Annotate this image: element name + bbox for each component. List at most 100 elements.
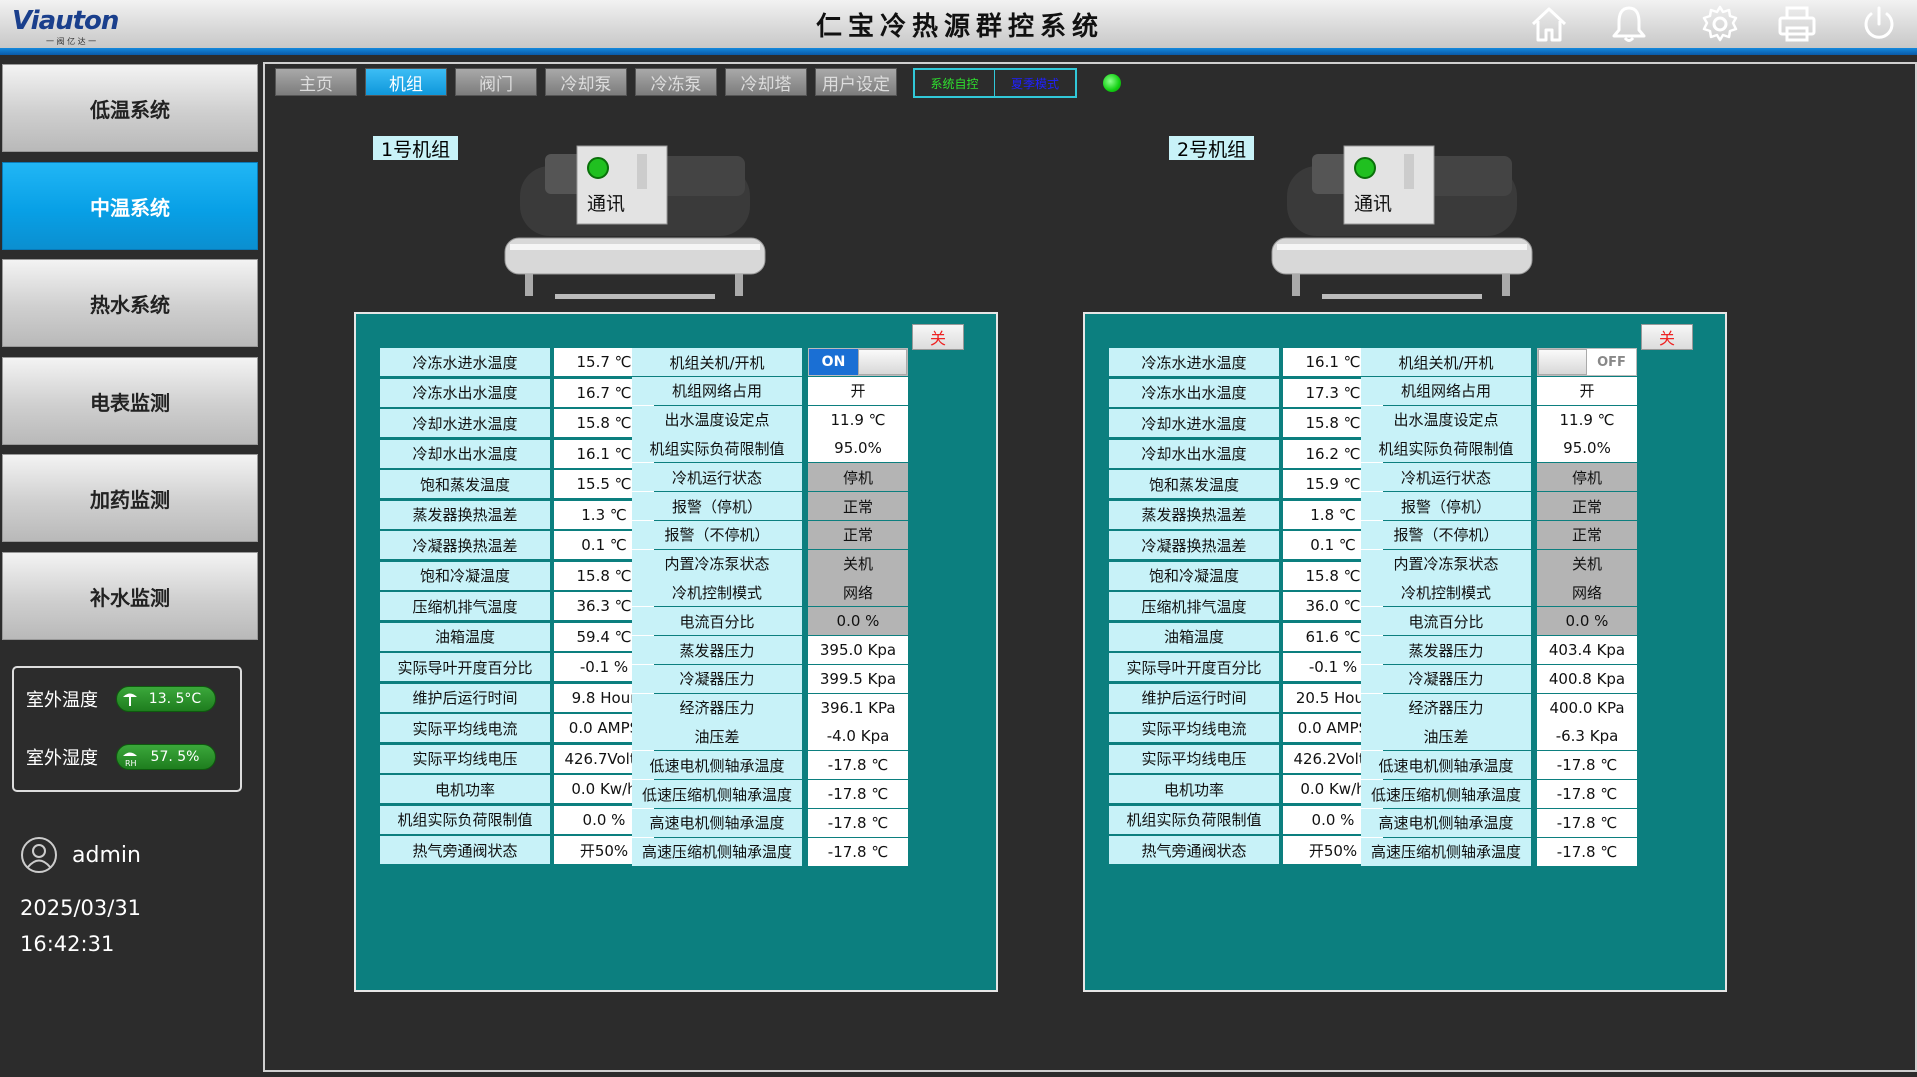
status-label: 蒸发器压力 (1361, 636, 1531, 664)
status-value: 停机 (1537, 463, 1637, 492)
param-label: 饱和蒸发温度 (380, 470, 550, 498)
chiller-unit-1-icon[interactable]: 通讯 (485, 126, 785, 301)
param-label: 实际导叶开度百分比 (380, 653, 550, 681)
param-row: 冷却水进水温度 15.8 ℃ (1109, 409, 1383, 437)
unit-2-close-button[interactable]: 关 (1641, 324, 1693, 350)
status-value: -17.8 ℃ (1537, 751, 1637, 780)
param-label: 热气旁通阀状态 (1109, 836, 1279, 864)
status-row: 机组实际负荷限制值 95.0% (1361, 434, 1637, 463)
param-label: 冷却水出水温度 (1109, 439, 1279, 468)
param-label: 热气旁通阀状态 (380, 836, 550, 864)
status-row: 蒸发器压力 403.4 Kpa (1361, 636, 1637, 664)
status-label: 经济器压力 (632, 693, 802, 722)
param-row: 机组实际负荷限制值 0.0 % (1109, 805, 1383, 834)
status-label: 油压差 (632, 722, 802, 751)
tab-valves[interactable]: 阀门 (455, 68, 537, 96)
power-icon[interactable] (1858, 4, 1900, 44)
status-row: 蒸发器压力 395.0 Kpa (632, 636, 908, 664)
gear-icon[interactable] (1699, 4, 1741, 44)
user-info[interactable]: admin (20, 836, 141, 874)
bell-icon[interactable] (1608, 4, 1650, 44)
status-row: 出水温度设定点 11.9 ℃ (1361, 405, 1637, 434)
status-value: -17.8 ℃ (808, 751, 908, 780)
chiller-unit-2-icon[interactable]: 通讯 (1252, 126, 1552, 301)
param-label: 压缩机排气温度 (1109, 592, 1279, 620)
sidebar-item-low-temp[interactable]: 低温系统 (2, 64, 258, 152)
sidebar-item-makeup-water[interactable]: 补水监测 (2, 552, 258, 640)
tab-user-settings[interactable]: 用户设定 (815, 68, 897, 96)
param-row: 油箱温度 59.4 ℃ (380, 622, 654, 651)
param-label: 蒸发器换热温差 (380, 500, 550, 529)
status-row: 报警（停机） 正常 (632, 492, 908, 520)
sidebar-item-mid-temp[interactable]: 中温系统 (2, 162, 258, 250)
param-row: 冷凝器换热温差 0.1 ℃ (380, 531, 654, 559)
header-divider (0, 48, 1917, 55)
param-row: 冷冻水出水温度 17.3 ℃ (1109, 378, 1383, 407)
status-label: 内置冷冻泵状态 (1361, 549, 1531, 578)
status-row: 经济器压力 400.0 KPa (1361, 693, 1637, 722)
param-row: 热气旁通阀状态 开50% (380, 836, 654, 864)
status-row: 高速压缩机侧轴承温度 -17.8 ℃ (632, 837, 908, 866)
status-value: 0.0 % (1537, 607, 1637, 636)
param-row: 机组实际负荷限制值 0.0 % (380, 805, 654, 834)
status-row: 冷凝器压力 400.8 Kpa (1361, 664, 1637, 693)
status-value: 开 (808, 376, 908, 405)
outdoor-temp-badge: 13. 5°C (116, 686, 216, 712)
param-row: 热气旁通阀状态 开50% (1109, 836, 1383, 864)
tab-chilled-pumps[interactable]: 冷冻泵 (635, 68, 717, 96)
status-row: 低速电机侧轴承温度 -17.8 ℃ (632, 751, 908, 780)
unit-1-close-button[interactable]: 关 (912, 324, 964, 350)
status-row: 高速压缩机侧轴承温度 -17.8 ℃ (1361, 837, 1637, 866)
status-value: 95.0% (1537, 434, 1637, 463)
status-row: 报警（不停机） 正常 (1361, 520, 1637, 549)
sidebar-item-dosing[interactable]: 加药监测 (2, 454, 258, 542)
status-value: -17.8 ℃ (1537, 780, 1637, 808)
status-label: 机组网络占用 (1361, 376, 1531, 405)
tab-cooling-pumps[interactable]: 冷却泵 (545, 68, 627, 96)
status-label: 高速压缩机侧轴承温度 (632, 837, 802, 866)
power-toggle[interactable]: ON (808, 348, 908, 376)
status-value: 95.0% (808, 434, 908, 463)
tab-home[interactable]: 主页 (275, 68, 357, 96)
current-date: 2025/03/31 (20, 896, 142, 920)
status-label: 冷凝器压力 (632, 664, 802, 693)
outdoor-temp-label: 室外温度 (26, 690, 98, 711)
status-value: 396.1 KPa (808, 693, 908, 722)
user-avatar-icon (21, 837, 57, 873)
status-row: 机组网络占用开 (1361, 376, 1637, 405)
status-value: 395.0 Kpa (808, 636, 908, 664)
status-indicator-icon (1103, 74, 1121, 92)
home-icon[interactable] (1528, 4, 1570, 44)
param-label: 饱和冷凝温度 (380, 561, 550, 590)
tab-cooling-towers[interactable]: 冷却塔 (725, 68, 807, 96)
tab-units[interactable]: 机组 (365, 68, 447, 96)
status-value: 开 (1537, 376, 1637, 405)
status-label: 高速电机侧轴承温度 (632, 808, 802, 837)
toggle-knob (857, 349, 907, 375)
summer-mode-button[interactable]: 夏季模式 (995, 70, 1075, 96)
status-row: 低速压缩机侧轴承温度 -17.8 ℃ (1361, 780, 1637, 808)
status-label: 电流百分比 (1361, 607, 1531, 636)
logo-text: Viauton (12, 6, 119, 36)
status-label: 出水温度设定点 (632, 405, 802, 434)
param-label: 油箱温度 (1109, 622, 1279, 651)
power-switch-row: 机组关机/开机 OFF (1361, 348, 1637, 376)
sidebar-item-hot-water[interactable]: 热水系统 (2, 259, 258, 347)
system-auto-button[interactable]: 系统自控 (915, 70, 995, 96)
power-toggle[interactable]: OFF (1537, 348, 1637, 376)
status-value: 正常 (1537, 520, 1637, 549)
status-label: 高速压缩机侧轴承温度 (1361, 837, 1531, 866)
status-value: 关机 (808, 549, 908, 578)
status-row: 冷凝器压力 399.5 Kpa (632, 664, 908, 693)
status-label: 经济器压力 (1361, 693, 1531, 722)
param-label: 油箱温度 (380, 622, 550, 651)
status-value: -17.8 ℃ (808, 837, 908, 866)
unit-1-label: 1号机组 (373, 136, 459, 161)
status-row: 冷机控制模式 网络 (1361, 578, 1637, 607)
printer-icon[interactable] (1776, 4, 1818, 44)
status-value: 400.0 KPa (1537, 693, 1637, 722)
status-label: 机组网络占用 (632, 376, 802, 405)
sidebar-item-meter[interactable]: 电表监测 (2, 357, 258, 445)
power-switch-label: 机组关机/开机 (1361, 348, 1531, 376)
outdoor-humidity-label: 室外湿度 (26, 748, 98, 769)
